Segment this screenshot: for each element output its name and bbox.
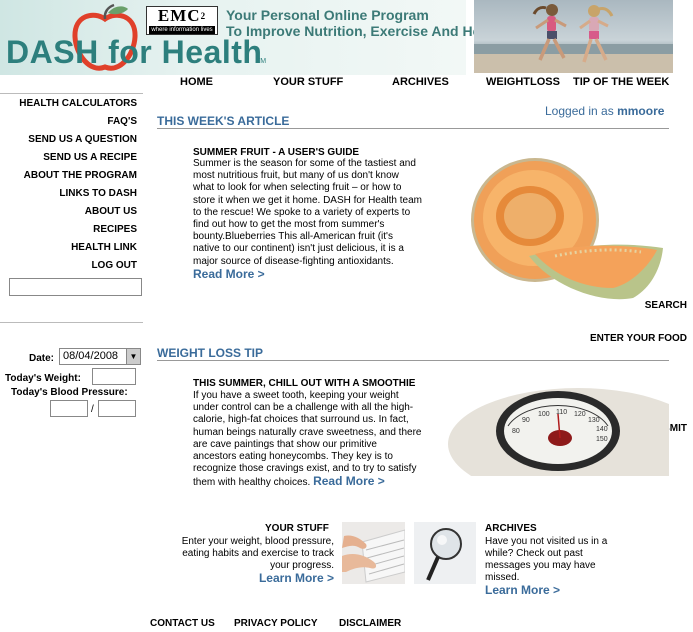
section-divider xyxy=(157,128,669,129)
scale-number: 120 xyxy=(574,411,586,418)
tip-line: If you have a sweet tooth, keeping your … xyxy=(193,390,399,401)
login-status-prefix: Logged in as xyxy=(545,104,614,118)
article-line: bounty.Blueberries This all-American fru… xyxy=(193,231,393,243)
nav-home[interactable]: HOME xyxy=(180,76,213,88)
date-select[interactable]: 08/04/2008 ▼ xyxy=(59,348,141,365)
your-stuff-description: Enter your weight, blood pressure, eatin… xyxy=(181,536,334,571)
blood-pressure-label: Today's Blood Pressure: xyxy=(11,387,128,398)
weight-input[interactable] xyxy=(92,368,136,385)
bp-systolic-input[interactable] xyxy=(50,400,88,417)
archives-learn-more-link[interactable]: Learn More > xyxy=(485,583,560,597)
tip-body: If you have a sweet tooth, keeping your … xyxy=(193,390,421,490)
sidebar-item-health-calculators[interactable]: HEALTH CALCULATORS xyxy=(19,98,137,109)
your-stuff-text: Enter your weight, blood pressure, eatin… xyxy=(171,536,334,586)
tip-line: human beings naturally crave sweetness, … xyxy=(193,426,422,438)
keyboard-illustration xyxy=(342,522,405,584)
runners-illustration xyxy=(474,4,673,73)
nav-weightloss[interactable]: WEIGHTLOSS xyxy=(486,76,560,88)
scale-number: 90 xyxy=(522,417,530,424)
tip-line: ancestors eating honeycombs. They key is… xyxy=(193,451,393,463)
archives-title: ARCHIVES xyxy=(485,523,537,534)
sidebar-item-faqs[interactable]: FAQ'S xyxy=(107,116,137,127)
scale-illustration: 80 90 100 110 120 130 140 150 xyxy=(448,388,669,476)
login-status: Logged in as mmoore xyxy=(545,104,664,118)
weight-label: Today's Weight: xyxy=(5,373,81,384)
bathroom-scale-image: 80 90 100 110 120 130 140 150 xyxy=(448,386,669,476)
article-body: Summer is the season for some of the tas… xyxy=(193,158,422,282)
site-tagline: Your Personal Online Program To Improve … xyxy=(226,7,505,39)
tagline-line-2: To Improve Nutrition, Exercise And Healt… xyxy=(226,23,506,39)
keyboard-typing-image xyxy=(342,522,405,584)
tip-read-more-link[interactable]: Read More > xyxy=(313,474,385,488)
cantaloupe-image xyxy=(471,158,663,300)
sponsor-name: EMC2 xyxy=(157,6,207,25)
magnifying-glass-image xyxy=(414,522,476,584)
nav-your-stuff[interactable]: YOUR STUFF xyxy=(273,76,343,88)
logo-banner[interactable]: DASH for Health TM EMC2 where informatio… xyxy=(0,0,505,75)
sidebar-item-about-program[interactable]: ABOUT THE PROGRAM xyxy=(24,170,137,181)
sponsor-tagline: where information lives xyxy=(149,26,215,34)
article-line: what to look for when selecting fruit – … xyxy=(193,182,402,194)
archives-text: Have you not visited us in a while? Chec… xyxy=(485,536,625,598)
tip-line: them with healthy choices. xyxy=(193,477,311,489)
tip-line: under control can be a challenge with al… xyxy=(193,402,414,414)
article-line: native to our continent) isn't just deli… xyxy=(193,243,404,255)
footer-privacy-policy[interactable]: PRIVACY POLICY xyxy=(234,618,318,629)
scale-number: 80 xyxy=(512,428,520,435)
tip-heading: THIS SUMMER, CHILL OUT WITH A SMOOTHIE xyxy=(193,378,416,389)
tip-line: are cave paintings that show our primiti… xyxy=(193,438,377,450)
article-heading: SUMMER FRUIT - A USER'S GUIDE xyxy=(193,147,360,158)
tip-section-title: WEIGHT LOSS TIP xyxy=(157,346,264,360)
sidebar-item-send-recipe[interactable]: SEND US A RECIPE xyxy=(43,152,137,163)
date-label: Date: xyxy=(29,353,55,364)
article-section-title: THIS WEEK'S ARTICLE xyxy=(157,114,290,128)
sidebar-item-recipes[interactable]: RECIPES xyxy=(93,224,137,235)
bp-separator: / xyxy=(91,404,94,415)
section-divider xyxy=(157,360,669,361)
nav-tip-of-the-week[interactable]: TIP OF THE WEEK xyxy=(573,76,669,88)
sponsor-logo[interactable]: EMC2 where information lives xyxy=(146,6,218,35)
nav-archives[interactable]: ARCHIVES xyxy=(392,76,449,88)
sidebar-divider xyxy=(0,93,143,94)
footer-contact-us[interactable]: CONTACT US xyxy=(150,618,215,629)
magnifier-illustration xyxy=(414,522,476,584)
trademark-mark: TM xyxy=(256,58,267,65)
bp-diastolic-input[interactable] xyxy=(98,400,136,417)
article-line: Summer is the season for some of the tas… xyxy=(193,158,416,169)
scale-number: 140 xyxy=(596,426,608,433)
sidebar-item-about-us[interactable]: ABOUT US xyxy=(85,206,137,217)
site-header: DASH for Health TM EMC2 where informatio… xyxy=(0,0,693,93)
article-line: store it when we get it home. DASH for H… xyxy=(193,194,422,206)
tip-line: calorie, high-fat choices that surround … xyxy=(193,414,409,426)
sidebar-item-health-link[interactable]: HEALTH LINK xyxy=(71,242,137,253)
tip-last-line: them with healthy choices. Read More > xyxy=(193,475,421,489)
sidebar-item-log-out[interactable]: LOG OUT xyxy=(91,260,137,271)
your-stuff-learn-more-link[interactable]: Learn More > xyxy=(259,571,334,585)
archives-description: Have you not visited us in a while? Chec… xyxy=(485,536,608,583)
article-line: most nutritious fruit, but many of us do… xyxy=(193,170,399,182)
username: mmoore xyxy=(617,104,665,118)
footer-disclaimer[interactable]: DISCLAIMER xyxy=(339,618,401,629)
sidebar-item-links-to-dash[interactable]: LINKS TO DASH xyxy=(59,188,137,199)
article-line: find out how to get the most from summer… xyxy=(193,219,385,231)
scale-number: 150 xyxy=(596,436,608,443)
tip-line: recognize those cravings exist, and to t… xyxy=(193,463,417,475)
food-entry-heading: ENTER YOUR FOOD xyxy=(589,333,687,344)
sidebar-item-send-question[interactable]: SEND US A QUESTION xyxy=(28,134,137,145)
date-select-value: 08/04/2008 xyxy=(63,350,119,362)
your-stuff-title: YOUR STUFF xyxy=(265,523,329,534)
tagline-line-1: Your Personal Online Program xyxy=(226,7,429,23)
sidebar-divider-2 xyxy=(0,322,143,323)
search-input[interactable] xyxy=(9,278,142,296)
main-nav: HOME YOUR STUFF ARCHIVES WEIGHTLOSS TIP … xyxy=(150,75,693,93)
logo-wordmark: DASH for Health xyxy=(6,34,263,70)
scale-number: 100 xyxy=(538,411,550,418)
runners-photo xyxy=(474,0,673,73)
article-line: to the rescue! We spoke to a variety of … xyxy=(193,206,411,218)
chevron-down-icon[interactable]: ▼ xyxy=(126,349,140,364)
article-read-more-link[interactable]: Read More > xyxy=(193,267,265,281)
scale-number: 130 xyxy=(588,417,600,424)
